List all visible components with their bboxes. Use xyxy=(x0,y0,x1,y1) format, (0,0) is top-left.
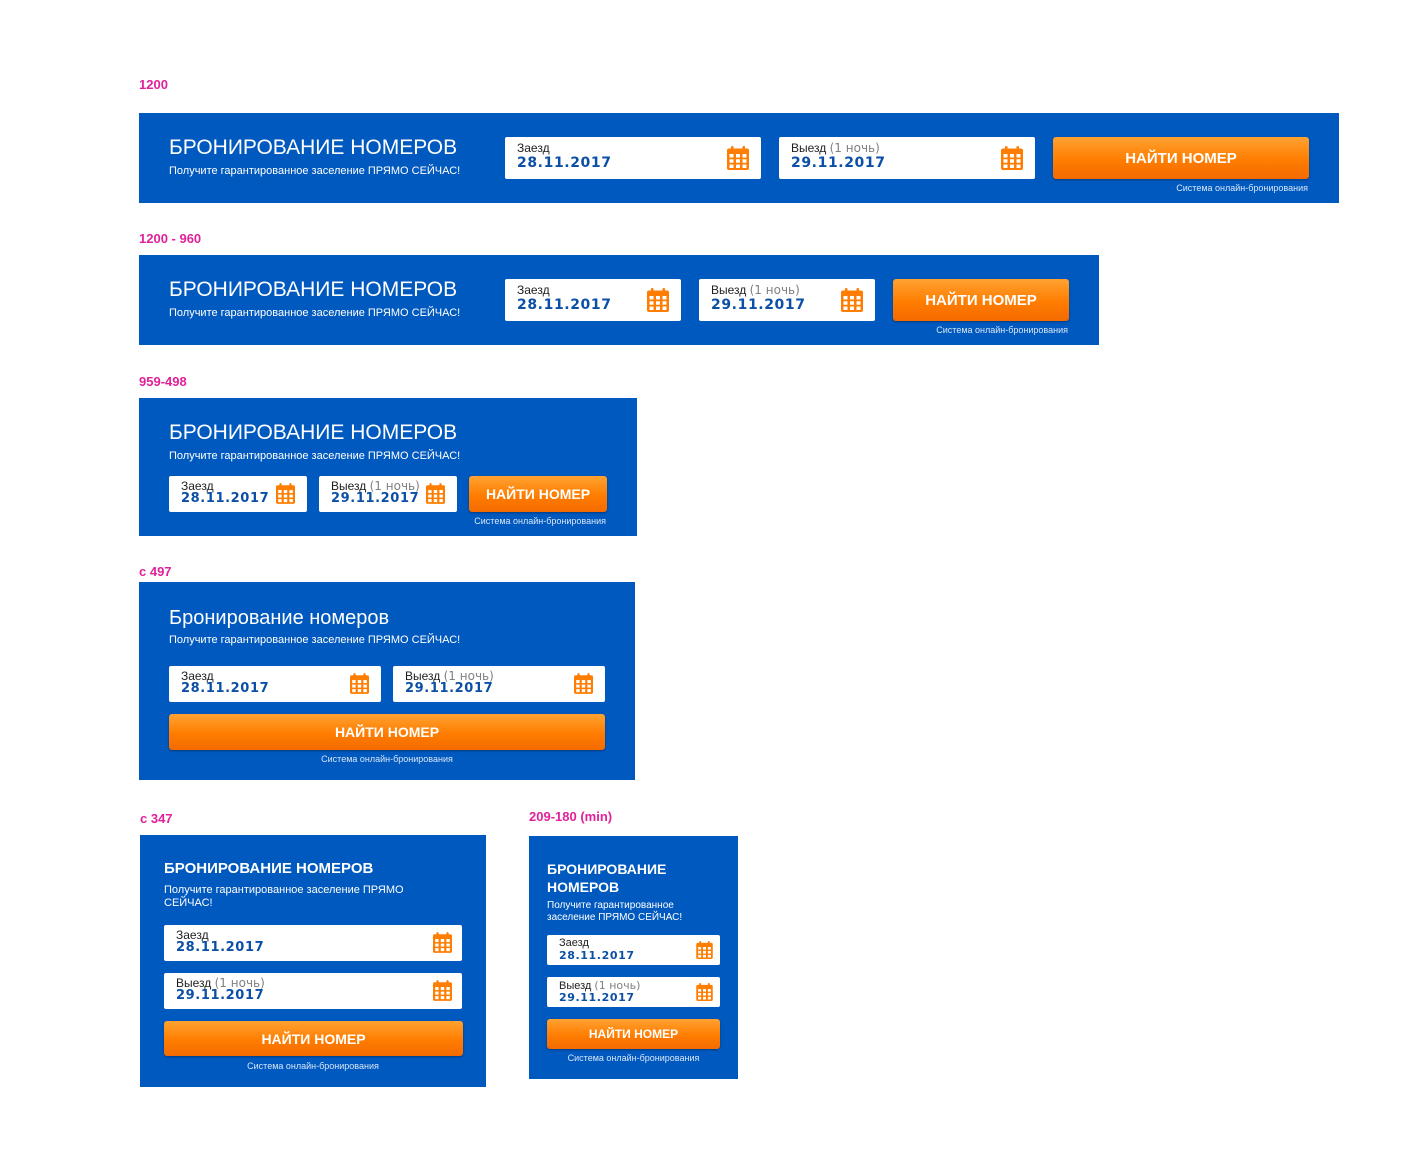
calendar-icon[interactable] xyxy=(1001,146,1023,170)
calendar-icon[interactable] xyxy=(647,288,669,312)
checkout-date: 29.11.2017 xyxy=(791,155,886,171)
checkin-date: 28.11.2017 xyxy=(559,949,635,962)
widget-title: БРОНИРОВАНИЕ НОМЕРОВ xyxy=(169,421,458,444)
checkout-field[interactable]: Выезд (1 ночь) 29.11.2017 xyxy=(547,977,720,1007)
nights-count: (1 ночь) xyxy=(829,141,880,155)
booking-widget-497: Бронирование номеров Получите гарантиров… xyxy=(139,582,635,780)
checkin-label: Заезд xyxy=(517,283,550,297)
booking-system-caption: Система онлайн-бронирования xyxy=(936,325,1068,335)
checkout-date: 29.11.2017 xyxy=(711,297,806,313)
calendar-icon[interactable] xyxy=(696,941,713,959)
breakpoint-label-959-498: 959-498 xyxy=(139,374,187,389)
widget-title: БРОНИРОВАНИЕ НОМЕРОВ xyxy=(547,861,667,895)
breakpoint-label-1200: 1200 xyxy=(139,77,168,92)
booking-system-caption: Система онлайн-бронирования xyxy=(567,1053,700,1063)
widget-title: Бронирование номеров xyxy=(169,607,390,629)
checkin-label: Заезд xyxy=(559,937,589,949)
breakpoint-label-497: с 497 xyxy=(139,564,172,579)
calendar-icon[interactable] xyxy=(433,980,452,1001)
find-room-button[interactable]: НАЙТИ НОМЕР xyxy=(164,1021,463,1056)
checkout-field[interactable]: Выезд (1 ночь) 29.11.2017 xyxy=(393,666,605,702)
checkin-field[interactable]: Заезд 28.11.2017 xyxy=(164,925,462,961)
checkin-field[interactable]: Заезд 28.11.2017 xyxy=(505,279,681,321)
find-room-button[interactable]: НАЙТИ НОМЕР xyxy=(893,279,1069,321)
widget-subtitle: Получите гарантированное заселение ПРЯМО… xyxy=(169,165,461,177)
checkin-date: 28.11.2017 xyxy=(176,940,265,955)
checkin-field[interactable]: Заезд 28.11.2017 xyxy=(169,476,307,512)
booking-system-caption: Система онлайн-бронирования xyxy=(247,1061,379,1071)
calendar-icon[interactable] xyxy=(696,983,713,1001)
calendar-icon[interactable] xyxy=(350,673,369,694)
widget-title: БРОНИРОВАНИЕ НОМЕРОВ xyxy=(164,860,374,877)
calendar-icon[interactable] xyxy=(276,483,295,504)
checkout-date: 29.11.2017 xyxy=(559,991,635,1004)
widget-subtitle: Получите гарантированное заселение ПРЯМО… xyxy=(169,450,461,462)
widget-subtitle: Получите гарантированное заселение ПРЯМО… xyxy=(547,900,683,923)
booking-system-caption: Система онлайн-бронирования xyxy=(321,754,453,764)
checkin-date: 28.11.2017 xyxy=(517,297,612,313)
checkin-label: Заезд xyxy=(517,141,550,155)
widget-subtitle: Получите гарантированное заселение ПРЯМО… xyxy=(169,307,461,319)
checkin-date: 28.11.2017 xyxy=(517,155,612,171)
booking-widget-min: БРОНИРОВАНИЕ НОМЕРОВ Получите гарантиров… xyxy=(529,836,738,1079)
booking-widget-959-498: БРОНИРОВАНИЕ НОМЕРОВ Получите гарантиров… xyxy=(139,398,637,536)
breakpoint-label-min: 209-180 (min) xyxy=(529,809,613,824)
checkin-field[interactable]: Заезд 28.11.2017 xyxy=(169,666,381,702)
calendar-icon[interactable] xyxy=(426,483,445,504)
find-room-button[interactable]: НАЙТИ НОМЕР xyxy=(1053,137,1309,179)
calendar-icon[interactable] xyxy=(841,288,863,312)
calendar-icon[interactable] xyxy=(727,146,749,170)
find-room-button[interactable]: НАЙТИ НОМЕР xyxy=(469,476,607,512)
checkin-date: 28.11.2017 xyxy=(181,491,270,506)
calendar-icon[interactable] xyxy=(574,673,593,694)
booking-widget-1200-960: БРОНИРОВАНИЕ НОМЕРОВ Получите гарантиров… xyxy=(139,255,1099,345)
checkout-field[interactable]: Выезд (1 ночь) 29.11.2017 xyxy=(319,476,457,512)
breakpoint-label-347: с 347 xyxy=(140,811,173,826)
widget-title: БРОНИРОВАНИЕ НОМЕРОВ xyxy=(169,136,458,159)
calendar-icon[interactable] xyxy=(433,932,452,953)
find-room-button[interactable]: НАЙТИ НОМЕР xyxy=(547,1019,720,1049)
booking-widget-1200: БРОНИРОВАНИЕ НОМЕРОВ Получите гарантиров… xyxy=(139,113,1339,203)
checkout-field[interactable]: Выезд (1 ночь) 29.11.2017 xyxy=(699,279,875,321)
widget-subtitle: Получите гарантированное заселение ПРЯМО… xyxy=(164,884,404,910)
booking-widget-347: БРОНИРОВАНИЕ НОМЕРОВ Получите гарантиров… xyxy=(140,835,486,1087)
widget-subtitle: Получите гарантированное заселение ПРЯМО… xyxy=(169,634,461,646)
checkin-field[interactable]: Заезд 28.11.2017 xyxy=(547,935,720,965)
checkin-date: 28.11.2017 xyxy=(181,681,270,696)
checkout-date: 29.11.2017 xyxy=(176,988,265,1003)
checkout-date: 29.11.2017 xyxy=(405,681,494,696)
breakpoint-label-1200-960: 1200 - 960 xyxy=(139,231,202,246)
checkout-field[interactable]: Выезд (1 ночь) 29.11.2017 xyxy=(779,137,1035,179)
booking-system-caption: Система онлайн-бронирования xyxy=(474,516,606,526)
checkin-field[interactable]: Заезд 28.11.2017 xyxy=(505,137,761,179)
checkout-label: Выезд (1 ночь) xyxy=(791,141,880,155)
booking-system-caption: Система онлайн-бронирования xyxy=(1176,183,1308,193)
checkout-field[interactable]: Выезд (1 ночь) 29.11.2017 xyxy=(164,973,462,1009)
widget-title: БРОНИРОВАНИЕ НОМЕРОВ xyxy=(169,278,458,301)
checkout-date: 29.11.2017 xyxy=(331,491,420,506)
checkout-label: Выезд (1 ночь) xyxy=(711,283,800,297)
nights-count: (1 ночь) xyxy=(749,283,800,297)
find-room-button[interactable]: НАЙТИ НОМЕР xyxy=(169,714,605,750)
